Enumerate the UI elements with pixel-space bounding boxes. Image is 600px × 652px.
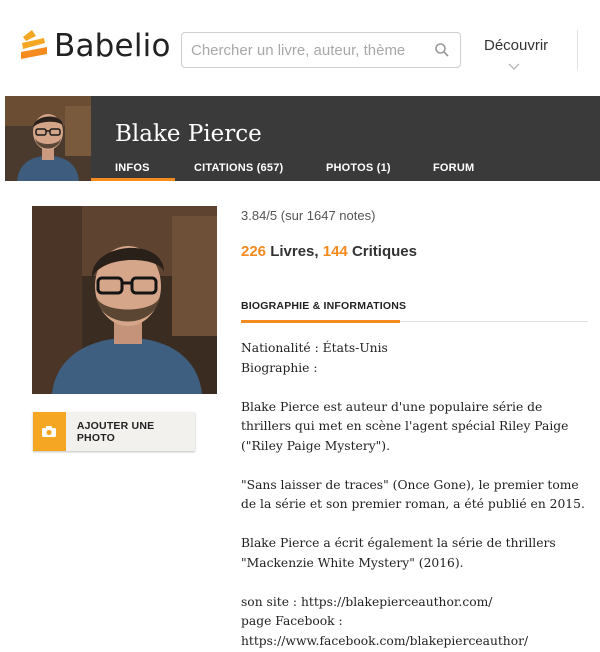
books-count[interactable]: 226: [241, 243, 266, 260]
logo-text: Babelio: [54, 28, 171, 64]
active-tab-indicator: [91, 178, 175, 181]
search-icon[interactable]: [434, 42, 450, 58]
tab-forum[interactable]: FORUM: [433, 162, 474, 174]
author-photo: [32, 206, 217, 394]
section-divider-accent: [241, 320, 400, 323]
babelio-logo[interactable]: Babelio: [18, 28, 171, 64]
biography-text: Nationalité : États-Unis Biographie : Bl…: [241, 339, 596, 651]
rating-summary: 3.84/5 (sur 1647 notes): [241, 208, 376, 223]
facebook-label: page Facebook :: [241, 614, 343, 628]
nationality: Nationalité : États-Unis: [241, 341, 388, 355]
header-divider: [577, 30, 578, 70]
section-title-biographie: BIOGRAPHIE & INFORMATIONS: [241, 300, 407, 312]
page: Babelio Découvrir: [0, 0, 600, 652]
babelio-logo-icon: [18, 28, 48, 64]
site-header: Babelio Découvrir: [0, 0, 600, 96]
reviews-label[interactable]: Critiques: [352, 243, 417, 260]
biographie-label: Biographie :: [241, 360, 318, 375]
search-input[interactable]: [182, 33, 431, 67]
search-box[interactable]: [181, 32, 461, 68]
counts-line: 226 Livres, 144 Critiques: [241, 243, 417, 260]
author-band: Blake Pierce INFOS CITATIONS (657) PHOTO…: [5, 96, 600, 181]
discover-menu[interactable]: Découvrir: [484, 37, 548, 54]
camera-icon: [33, 412, 66, 451]
add-photo-label: AJOUTER UNE PHOTO: [76, 419, 155, 444]
facebook-link[interactable]: https://www.facebook.com/blakepierceauth…: [241, 632, 596, 652]
bio-paragraph-2: "Sans laisser de traces" (Once Gone), le…: [241, 477, 585, 512]
add-photo-button[interactable]: AJOUTER UNE PHOTO: [33, 412, 195, 451]
books-label[interactable]: Livres,: [270, 243, 318, 260]
reviews-count[interactable]: 144: [323, 243, 348, 260]
chevron-down-icon[interactable]: [508, 58, 520, 70]
author-thumbnail: [5, 96, 91, 181]
tab-citations[interactable]: CITATIONS (657): [194, 162, 283, 174]
tab-infos[interactable]: INFOS: [115, 162, 150, 174]
author-site-link[interactable]: son site : https://blakepierceauthor.com…: [241, 593, 596, 613]
bio-paragraph-1: Blake Pierce est auteur d'une populaire …: [241, 399, 569, 453]
bio-paragraph-3: Blake Pierce a écrit également la série …: [241, 536, 556, 570]
tab-photos[interactable]: PHOTOS (1): [326, 162, 391, 174]
author-name: Blake Pierce: [115, 121, 262, 147]
